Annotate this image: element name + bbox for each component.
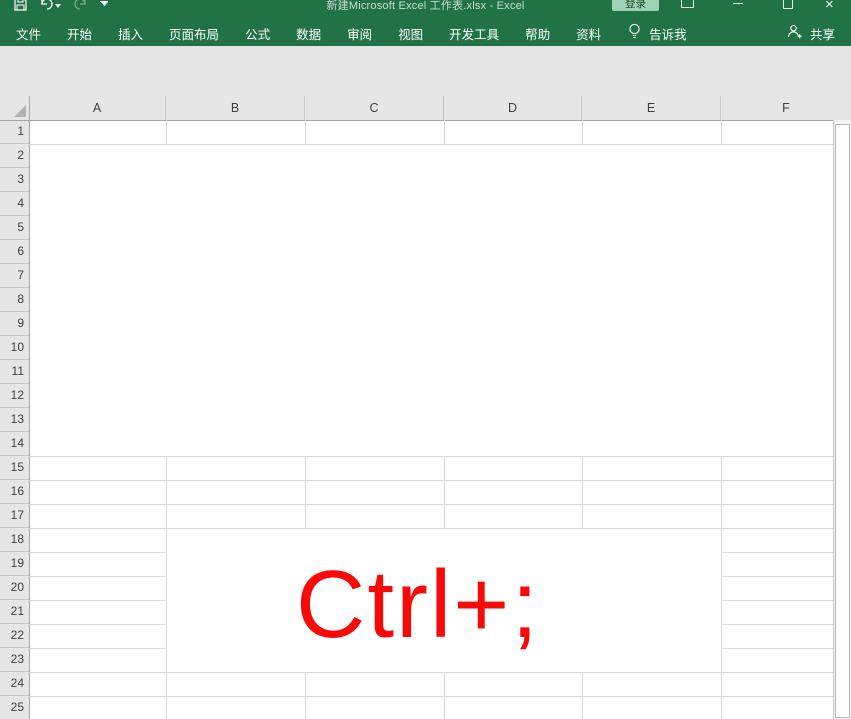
row-header-6[interactable]: 6 bbox=[0, 240, 29, 264]
gridline bbox=[29, 624, 166, 625]
gridline bbox=[582, 120, 583, 144]
sign-in-button[interactable]: 登录 bbox=[612, 0, 659, 11]
gridline bbox=[29, 600, 166, 601]
tell-me-label: 告诉我 bbox=[649, 27, 687, 42]
gridline bbox=[29, 696, 833, 697]
row-header-13[interactable]: 13 bbox=[0, 408, 29, 432]
gridline bbox=[29, 96, 30, 719]
gridline bbox=[29, 648, 166, 649]
row-header-9[interactable]: 9 bbox=[0, 312, 29, 336]
row-header-3[interactable]: 3 bbox=[0, 168, 29, 192]
row-header-22[interactable]: 22 bbox=[0, 624, 29, 648]
gridline bbox=[29, 480, 833, 481]
gridline bbox=[721, 120, 722, 144]
gridline bbox=[166, 120, 167, 144]
ribbon-tab-开发工具[interactable]: 开发工具 bbox=[449, 24, 499, 43]
ribbon-tab-审阅[interactable]: 审阅 bbox=[347, 24, 372, 43]
ribbon-tab-资料[interactable]: 资料 bbox=[576, 24, 601, 43]
close-icon[interactable]: × bbox=[825, 0, 834, 11]
gridline bbox=[721, 624, 833, 625]
row-header-10[interactable]: 10 bbox=[0, 336, 29, 360]
select-all-triangle-icon bbox=[14, 105, 26, 117]
row-header-7[interactable]: 7 bbox=[0, 264, 29, 288]
row-header-25[interactable]: 25 bbox=[0, 696, 29, 719]
gridline bbox=[0, 120, 833, 121]
minimize-icon[interactable] bbox=[733, 0, 743, 11]
row-header-20[interactable]: 20 bbox=[0, 576, 29, 600]
share-button[interactable]: 共享 bbox=[787, 24, 835, 43]
gridline bbox=[29, 576, 166, 577]
ribbon-tabs: 文件 开始 插入 页面布局 公式 数据 审阅 视图 开发工具 帮助 资料 bbox=[16, 24, 601, 43]
gridline bbox=[721, 648, 833, 649]
row-header-23[interactable]: 23 bbox=[0, 648, 29, 672]
share-label: 共享 bbox=[809, 27, 835, 42]
row-header-8[interactable]: 8 bbox=[0, 288, 29, 312]
row-header-5[interactable]: 5 bbox=[0, 216, 29, 240]
gridline bbox=[29, 504, 833, 505]
gridline bbox=[305, 456, 306, 528]
ribbon-tab-视图[interactable]: 视图 bbox=[398, 24, 423, 43]
row-header-2[interactable]: 2 bbox=[0, 144, 29, 168]
ribbon-tab-插入[interactable]: 插入 bbox=[118, 24, 143, 43]
gridline bbox=[721, 552, 833, 553]
ribbon-tab-数据[interactable]: 数据 bbox=[296, 24, 321, 43]
formula-bar-row: A2 ✕ ✓ fx bbox=[0, 46, 851, 133]
row-header-24[interactable]: 24 bbox=[0, 672, 29, 696]
ribbon-tab-公式[interactable]: 公式 bbox=[245, 24, 270, 43]
column-header-D[interactable]: D bbox=[444, 96, 582, 120]
gridline bbox=[582, 456, 583, 528]
select-all-corner[interactable] bbox=[0, 96, 29, 120]
gridline bbox=[29, 456, 833, 457]
column-header-C[interactable]: C bbox=[305, 96, 444, 120]
row-header-17[interactable]: 17 bbox=[0, 504, 29, 528]
gridline bbox=[29, 552, 166, 553]
row-header-21[interactable]: 21 bbox=[0, 600, 29, 624]
gridline bbox=[29, 672, 833, 673]
ribbon-tab-row: 文件 开始 插入 页面布局 公式 数据 审阅 视图 开发工具 帮助 资料 告诉我 共享 bbox=[0, 20, 851, 46]
shortcut-caption: Ctrl+; bbox=[295, 551, 541, 658]
ribbon-tab-文件[interactable]: 文件 bbox=[16, 24, 41, 43]
lightbulb-icon bbox=[627, 23, 642, 43]
column-header-A[interactable]: A bbox=[29, 96, 166, 120]
vertical-scrollbar[interactable] bbox=[833, 96, 851, 719]
gridline bbox=[305, 120, 306, 144]
excel-window: 新建Microsoft Excel 工作表.xlsx - Excel 登录 × … bbox=[0, 0, 851, 719]
row-header-14[interactable]: 14 bbox=[0, 432, 29, 456]
row-header-19[interactable]: 19 bbox=[0, 552, 29, 576]
row-header-4[interactable]: 4 bbox=[0, 192, 29, 216]
row-header-12[interactable]: 12 bbox=[0, 384, 29, 408]
column-header-B[interactable]: B bbox=[166, 96, 305, 120]
window-title: 新建Microsoft Excel 工作表.xlsx - Excel bbox=[326, 0, 525, 12]
column-header-F[interactable]: F bbox=[721, 96, 851, 120]
row-header-15[interactable]: 15 bbox=[0, 456, 29, 480]
ribbon-tab-帮助[interactable]: 帮助 bbox=[525, 24, 550, 43]
scrollbar-thumb[interactable] bbox=[835, 124, 850, 718]
row-header-11[interactable]: 11 bbox=[0, 360, 29, 384]
row-header-18[interactable]: 18 bbox=[0, 528, 29, 552]
gridline bbox=[721, 576, 833, 577]
gridline bbox=[444, 120, 445, 144]
ribbon-tab-页面布局[interactable]: 页面布局 bbox=[169, 24, 219, 43]
person-add-icon bbox=[787, 24, 803, 42]
gridline bbox=[721, 600, 833, 601]
title-bar: 新建Microsoft Excel 工作表.xlsx - Excel 登录 × … bbox=[0, 0, 851, 46]
row-header-16[interactable]: 16 bbox=[0, 480, 29, 504]
maximize-icon[interactable] bbox=[783, 0, 793, 11]
ribbon-display-options-icon[interactable] bbox=[681, 0, 694, 11]
gridline bbox=[444, 456, 445, 528]
gridline bbox=[721, 456, 722, 719]
row-header-1[interactable]: 1 bbox=[0, 120, 29, 144]
tell-me-button[interactable]: 告诉我 bbox=[627, 23, 687, 43]
gridline bbox=[29, 144, 833, 145]
ribbon-tab-开始[interactable]: 开始 bbox=[67, 24, 92, 43]
column-header-E[interactable]: E bbox=[582, 96, 721, 120]
